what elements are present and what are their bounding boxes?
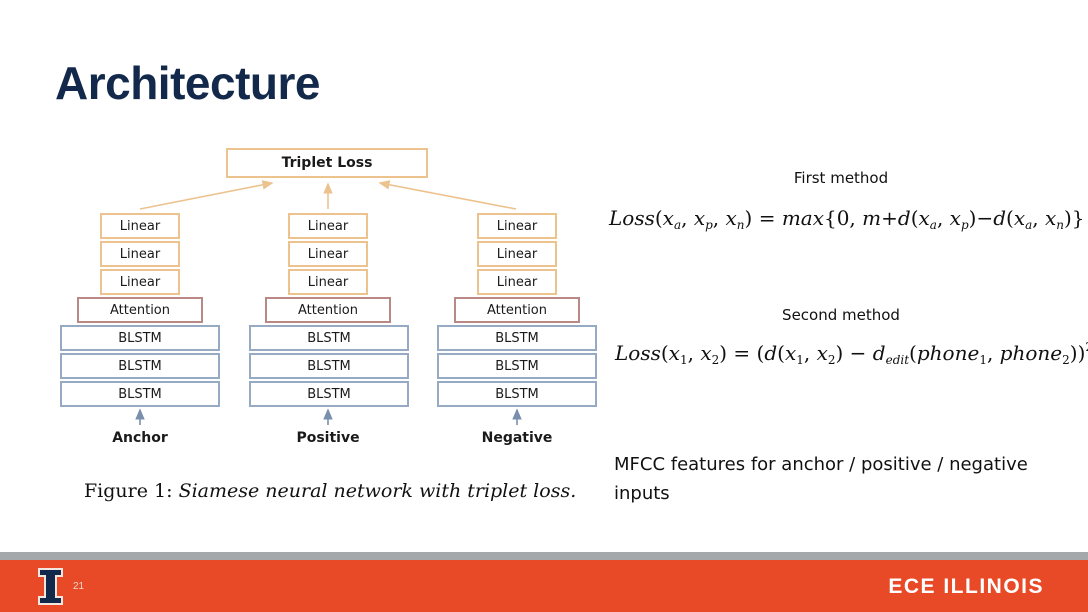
- negative-blstm-1: BLSTM: [437, 325, 597, 351]
- positive-linear-2: Linear: [288, 241, 368, 267]
- anchor-input-label: Anchor: [112, 430, 168, 446]
- first-method-formula: Loss(xa, xp, xn) = max{0, m+d(xa, xp)−d(…: [609, 206, 1085, 232]
- positive-blstm-2: BLSTM: [249, 353, 409, 379]
- negative-blstm-3: BLSTM: [437, 381, 597, 407]
- positive-input-label: Positive: [296, 430, 360, 446]
- anchor-blstm-3: BLSTM: [60, 381, 220, 407]
- anchor-attention: Attention: [77, 297, 203, 323]
- page-number: 21: [73, 581, 85, 592]
- positive-attention: Attention: [265, 297, 391, 323]
- anchor-linear-1: Linear: [100, 213, 180, 239]
- positive-blstm-3: BLSTM: [249, 381, 409, 407]
- anchor-blstm-1: BLSTM: [60, 325, 220, 351]
- negative-linear-1: Linear: [477, 213, 557, 239]
- positive-blstm-1: BLSTM: [249, 325, 409, 351]
- arrow-negative-to-loss: [378, 180, 517, 210]
- first-method-label: First method: [793, 169, 889, 187]
- positive-linear-1: Linear: [288, 213, 368, 239]
- second-method-label: Second method: [782, 306, 900, 324]
- ece-illinois-brand: ECE ILLINOIS: [888, 575, 1044, 598]
- triplet-loss-node: Triplet Loss: [226, 148, 428, 178]
- figure-caption: Figure 1: Siamese neural network with tr…: [84, 480, 576, 502]
- second-method-formula: Loss(x1, x2) = (d(x1, x2) − dedit(phone1…: [615, 340, 1088, 367]
- anchor-linear-2: Linear: [100, 241, 180, 267]
- footer-divider: [0, 552, 1088, 560]
- illinois-block-i-logo: [38, 568, 63, 605]
- negative-attention: Attention: [454, 297, 580, 323]
- negative-linear-2: Linear: [477, 241, 557, 267]
- figure-caption-text: Siamese neural network with triplet loss…: [178, 480, 577, 502]
- anchor-linear-3: Linear: [100, 269, 180, 295]
- positive-linear-3: Linear: [288, 269, 368, 295]
- mfcc-note: MFCC features for anchor / positive / ne…: [614, 454, 1028, 504]
- negative-blstm-2: BLSTM: [437, 353, 597, 379]
- arrow-anchor-to-loss: [139, 180, 274, 210]
- negative-linear-3: Linear: [477, 269, 557, 295]
- negative-input-label: Negative: [481, 430, 553, 446]
- anchor-blstm-2: BLSTM: [60, 353, 220, 379]
- figure-caption-prefix: Figure 1:: [84, 480, 173, 502]
